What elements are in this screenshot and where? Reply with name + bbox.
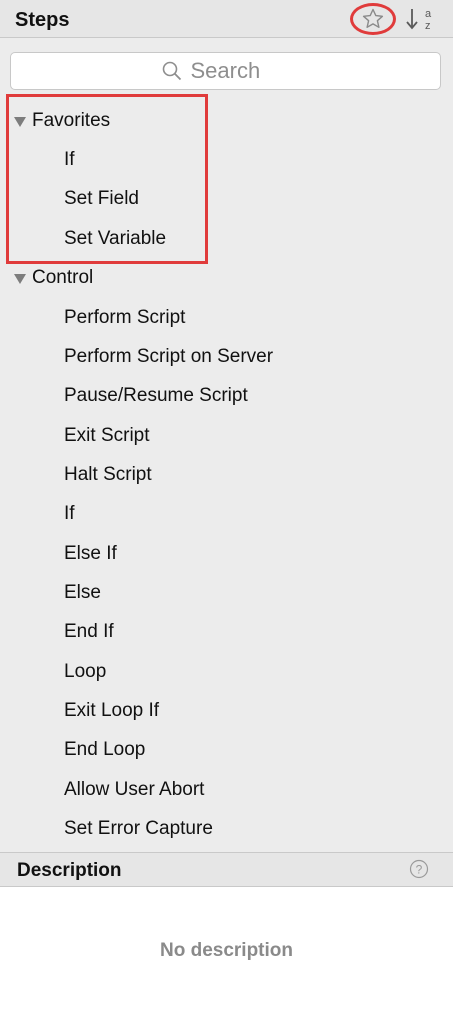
description-body: No description [0, 887, 453, 1024]
step-item[interactable]: End If [64, 617, 114, 647]
steps-panel: Steps a z Favorites If Set Field Set Var… [0, 0, 453, 1024]
description-header: Description ? [0, 852, 453, 887]
svg-text:z: z [425, 20, 431, 32]
disclosure-triangle-icon[interactable] [14, 273, 26, 284]
steps-title: Steps [15, 9, 70, 31]
step-item[interactable]: Set Error Capture [64, 814, 213, 844]
step-item[interactable]: Perform Script [64, 303, 185, 333]
description-text: No description [159, 940, 293, 961]
star-icon [362, 8, 384, 28]
group-label: Control [32, 267, 94, 288]
step-item[interactable]: Exit Script [64, 421, 150, 451]
favorites-highlight [6, 94, 208, 264]
step-item[interactable]: Halt Script [64, 460, 152, 490]
search-field[interactable] [10, 52, 441, 90]
steps-header: Steps a z [0, 0, 453, 38]
svg-text:a: a [425, 8, 432, 20]
favorites-toggle-button[interactable] [350, 3, 396, 35]
help-icon[interactable]: ? [409, 859, 429, 879]
step-item[interactable]: Exit Loop If [64, 696, 159, 726]
step-item[interactable]: Allow User Abort [64, 775, 204, 805]
group-control[interactable]: Control [14, 263, 93, 293]
search-icon [162, 61, 181, 81]
search-input[interactable] [190, 58, 291, 84]
step-item[interactable]: If [64, 499, 75, 529]
step-item[interactable]: End Loop [64, 735, 145, 765]
step-item[interactable]: Else [64, 578, 101, 608]
description-title: Description [17, 860, 122, 881]
sort-alpha-icon[interactable]: a z [405, 6, 441, 32]
step-item[interactable]: Loop [64, 657, 106, 687]
svg-text:?: ? [416, 863, 423, 877]
step-item[interactable]: Else If [64, 539, 117, 569]
step-item[interactable]: Pause/Resume Script [64, 381, 248, 411]
step-item[interactable]: Perform Script on Server [64, 342, 273, 372]
